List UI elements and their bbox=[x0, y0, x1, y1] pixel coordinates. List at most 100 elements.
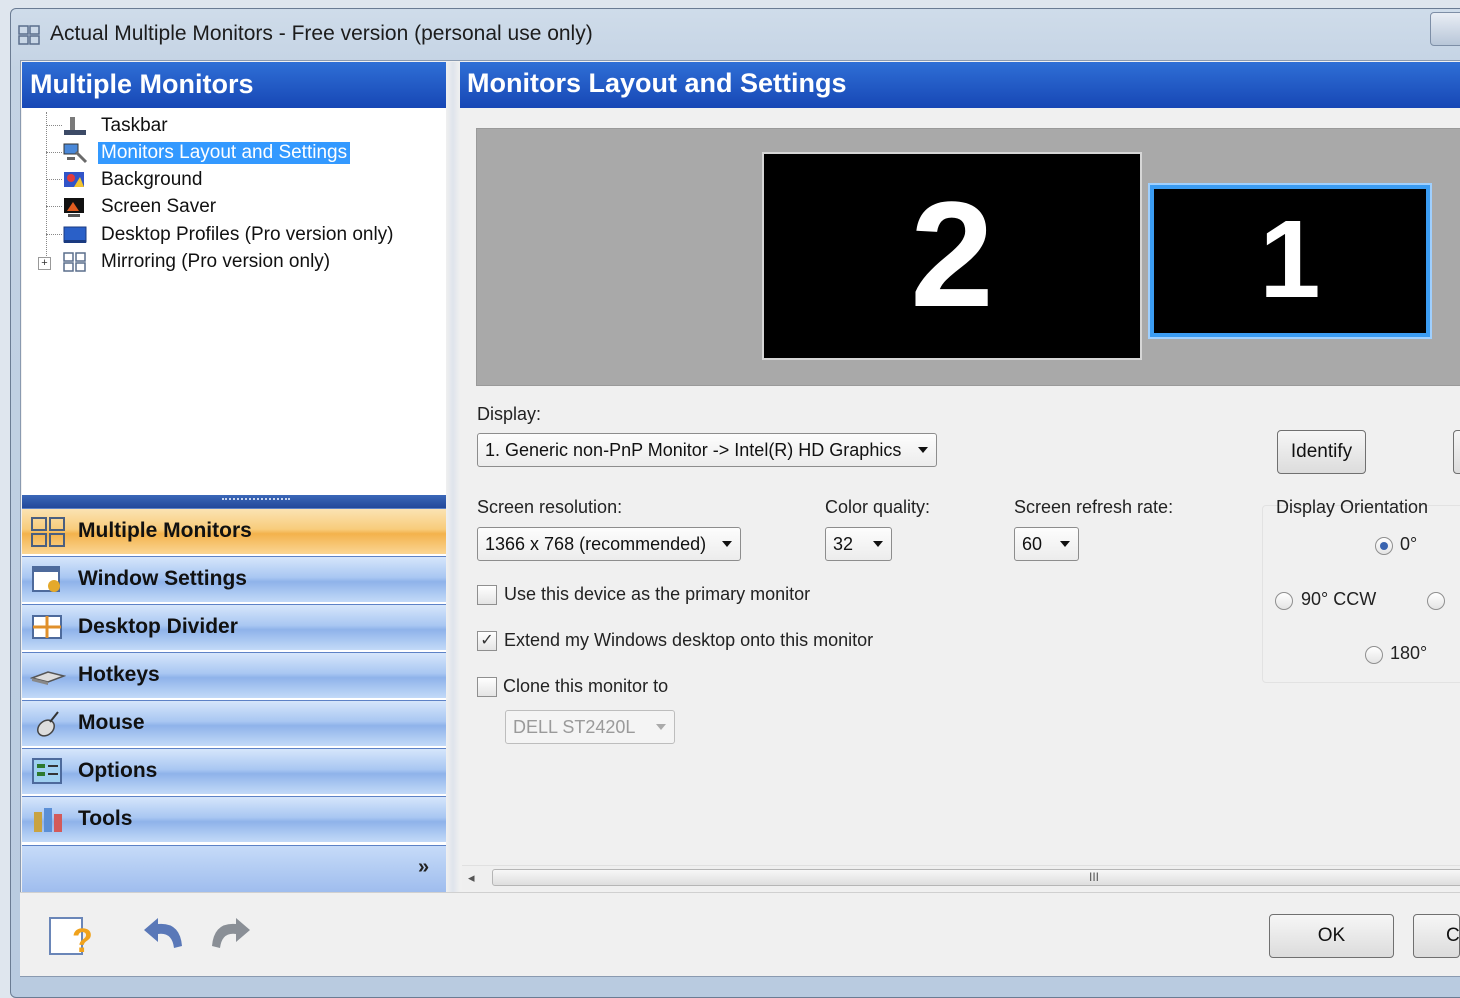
display-dropdown[interactable]: 1. Generic non-PnP Monitor -> Intel(R) H… bbox=[477, 433, 937, 467]
options-icon bbox=[32, 758, 62, 784]
keyboard-icon bbox=[30, 671, 66, 685]
chevron-down-icon bbox=[918, 447, 928, 453]
help-icon[interactable]: ? bbox=[46, 912, 96, 958]
tree-item-label: Taskbar bbox=[101, 115, 168, 136]
window-title: Actual Multiple Monitors - Free version … bbox=[50, 22, 593, 45]
monitor-2-tile[interactable]: 2 bbox=[762, 152, 1142, 360]
nav-overflow-bar: » bbox=[22, 845, 446, 892]
tree-connector bbox=[46, 125, 62, 126]
resolution-dropdown[interactable]: 1366 x 768 (recommended) bbox=[477, 527, 741, 561]
orientation-180-radio[interactable] bbox=[1365, 646, 1383, 664]
orientation-0-label: 0° bbox=[1400, 534, 1418, 554]
page-title: Monitors Layout and Settings bbox=[467, 68, 847, 98]
nav-label: Mouse bbox=[78, 711, 145, 734]
nav-label: Desktop Divider bbox=[78, 615, 238, 638]
orientation-label: Display Orientation bbox=[1276, 497, 1429, 517]
left-pane-header: Multiple Monitors bbox=[22, 62, 446, 108]
svg-text:?: ? bbox=[72, 922, 93, 958]
mirroring-icon bbox=[63, 252, 86, 272]
extend-desktop-checkbox[interactable]: ✓ bbox=[477, 631, 497, 651]
display-value: 1. Generic non-PnP Monitor -> Intel(R) H… bbox=[485, 440, 902, 460]
resolution-value: 1366 x 768 (recommended) bbox=[485, 534, 707, 554]
clone-target-value: DELL ST2420L bbox=[513, 717, 636, 737]
tree-item-label: Desktop Profiles (Pro version only) bbox=[101, 224, 394, 245]
tree-item-label: Mirroring (Pro version only) bbox=[101, 251, 331, 272]
tree-item-label: Monitors Layout and Settings bbox=[96, 141, 352, 165]
extend-desktop-label: Extend my Windows desktop onto this moni… bbox=[504, 630, 874, 650]
title-bar[interactable]: Actual Multiple Monitors - Free version … bbox=[18, 18, 1448, 54]
refresh-rate-label: Screen refresh rate: bbox=[1014, 497, 1174, 517]
pane-splitter[interactable] bbox=[22, 495, 446, 508]
nav-window-settings[interactable]: Window Settings bbox=[22, 556, 446, 602]
nav-mouse[interactable]: Mouse bbox=[22, 700, 446, 746]
tree-connector bbox=[46, 206, 62, 207]
tree-item-label: Background bbox=[101, 169, 203, 190]
mouse-icon bbox=[37, 711, 59, 737]
splitter-grip bbox=[222, 498, 290, 504]
color-quality-dropdown[interactable]: 32 bbox=[825, 527, 892, 561]
clone-monitor-checkbox[interactable] bbox=[477, 677, 497, 697]
chevron-down-icon bbox=[722, 541, 732, 547]
desktop-divider-icon bbox=[32, 615, 62, 639]
clone-monitor-label: Clone this monitor to bbox=[503, 676, 669, 696]
vertical-splitter[interactable] bbox=[446, 62, 460, 892]
scroll-left-arrow-icon[interactable]: ◂ bbox=[468, 870, 475, 886]
partial-button[interactable] bbox=[1453, 430, 1460, 474]
color-quality-value: 32 bbox=[833, 534, 854, 554]
refresh-rate-dropdown[interactable]: 60 bbox=[1014, 527, 1079, 561]
nav-label: Multiple Monitors bbox=[78, 519, 252, 542]
orientation-180-label: 180° bbox=[1390, 643, 1428, 663]
orientation-90ccw-radio[interactable] bbox=[1275, 592, 1293, 610]
orientation-0-radio[interactable] bbox=[1375, 537, 1393, 555]
right-pane-header: Monitors Layout and Settings bbox=[460, 62, 1460, 108]
nav-options[interactable]: Options bbox=[22, 748, 446, 794]
nav-multiple-monitors[interactable]: Multiple Monitors bbox=[22, 508, 446, 554]
chevron-down-icon bbox=[656, 724, 666, 730]
desktop-profiles-icon bbox=[63, 226, 87, 243]
ok-button[interactable]: OK bbox=[1269, 914, 1394, 958]
horizontal-scrollbar[interactable]: ◂ III bbox=[462, 865, 1460, 890]
settings-tree bbox=[26, 110, 444, 495]
display-label: Display: bbox=[477, 404, 542, 424]
monitor-1-tile[interactable]: 1 bbox=[1150, 185, 1430, 337]
tree-connector bbox=[46, 179, 62, 180]
nav-desktop-divider[interactable]: Desktop Divider bbox=[22, 604, 446, 650]
taskbar-icon bbox=[64, 117, 86, 135]
left-pane-title: Multiple Monitors bbox=[30, 69, 254, 99]
primary-monitor-checkbox[interactable] bbox=[477, 585, 497, 605]
cancel-button[interactable]: C bbox=[1413, 914, 1460, 958]
nav-label: Hotkeys bbox=[78, 663, 160, 686]
undo-icon[interactable] bbox=[138, 912, 188, 958]
window-settings-icon bbox=[32, 566, 60, 592]
clone-target-dropdown[interactable]: DELL ST2420L bbox=[505, 710, 675, 744]
multiple-monitors-icon bbox=[31, 517, 65, 547]
chevron-down-icon bbox=[873, 541, 883, 547]
identify-button[interactable]: Identify bbox=[1277, 430, 1366, 474]
title-bar-button[interactable] bbox=[1430, 12, 1460, 46]
nav-hotkeys[interactable]: Hotkeys bbox=[22, 652, 446, 698]
tree-connector bbox=[46, 234, 62, 235]
orientation-90ccw-label: 90° CCW bbox=[1301, 589, 1377, 609]
nav-label: Options bbox=[78, 759, 158, 782]
screen-saver-icon bbox=[64, 198, 84, 217]
monitors-settings-icon bbox=[63, 143, 88, 164]
scrollbar-thumb[interactable]: III bbox=[492, 869, 1460, 886]
app-icon bbox=[18, 25, 40, 45]
tree-item-label: Screen Saver bbox=[101, 196, 217, 217]
chevron-down-icon[interactable]: » bbox=[418, 856, 429, 879]
nav-tools[interactable]: Tools bbox=[22, 796, 446, 842]
scrollbar-grip: III bbox=[1089, 870, 1100, 884]
redo-icon[interactable] bbox=[206, 912, 256, 958]
tree-connector bbox=[46, 152, 62, 153]
nav-label: Window Settings bbox=[78, 567, 247, 590]
refresh-rate-value: 60 bbox=[1022, 534, 1043, 554]
resolution-label: Screen resolution: bbox=[477, 497, 623, 517]
orientation-90cw-radio[interactable] bbox=[1427, 592, 1445, 610]
tree-expand-toggle[interactable]: + bbox=[38, 257, 51, 270]
tree-connector bbox=[46, 112, 47, 262]
color-quality-label: Color quality: bbox=[825, 497, 931, 517]
tools-icon bbox=[34, 808, 62, 832]
primary-monitor-label: Use this device as the primary monitor bbox=[504, 584, 811, 604]
chevron-down-icon bbox=[1060, 541, 1070, 547]
nav-label: Tools bbox=[78, 807, 133, 830]
